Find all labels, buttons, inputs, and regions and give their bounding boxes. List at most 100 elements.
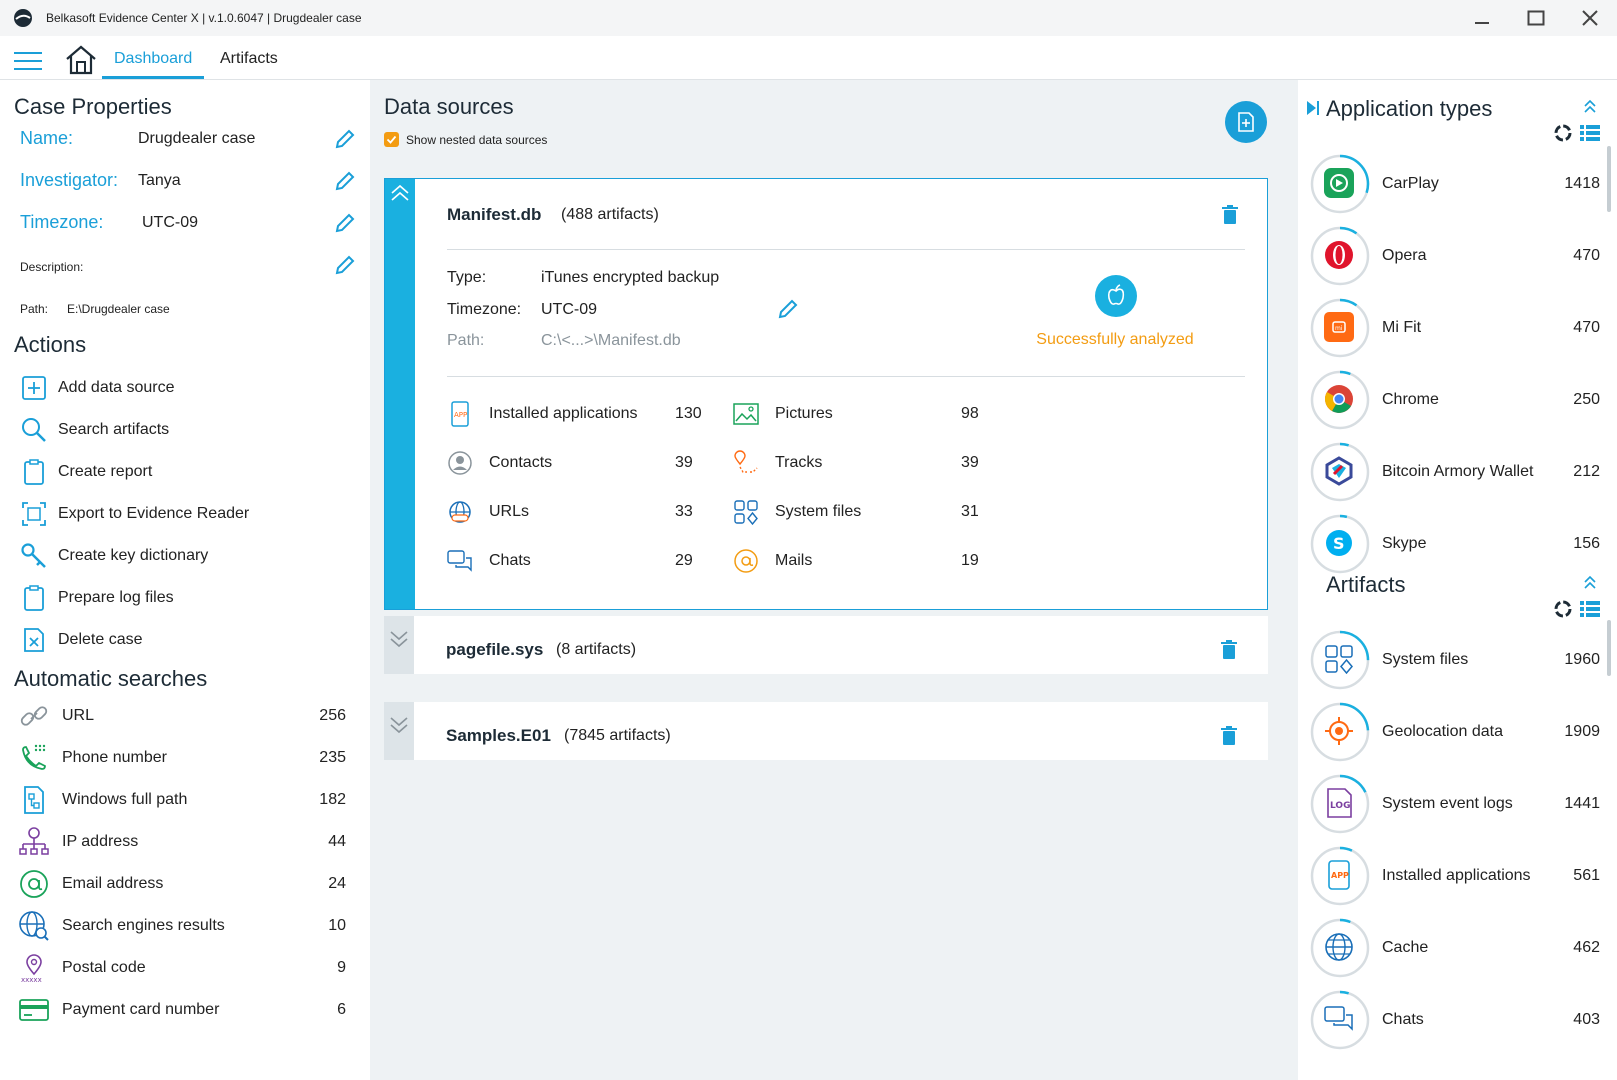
trash-icon[interactable] bbox=[1220, 640, 1238, 660]
chevron-double-up-icon[interactable] bbox=[1582, 98, 1598, 114]
timezone-label: Timezone: bbox=[447, 301, 522, 318]
artifact-mails[interactable]: Mails 19 bbox=[733, 546, 1001, 576]
usage-ring bbox=[1310, 990, 1370, 1050]
list-view-icon[interactable] bbox=[1580, 600, 1600, 618]
center-panel: Data sources Show nested data sources Ma… bbox=[370, 80, 1298, 1080]
artifact-chats[interactable]: Chats 29 bbox=[447, 546, 715, 576]
automatic-searches-heading: Automatic searches bbox=[14, 666, 208, 691]
app-type-opera[interactable]: Opera 470 bbox=[1310, 224, 1600, 288]
collapse-panel-icon[interactable] bbox=[1306, 100, 1320, 116]
artifact-type-chats[interactable]: Chats 403 bbox=[1310, 988, 1600, 1052]
search-windows-path-row[interactable]: Windows full path 182 bbox=[16, 780, 346, 820]
menu-icon[interactable] bbox=[14, 52, 42, 70]
chevron-up-icon bbox=[391, 184, 409, 201]
search-engines-row[interactable]: Search engines results 10 bbox=[16, 906, 346, 946]
show-nested-checkbox[interactable]: Show nested data sources bbox=[384, 132, 547, 147]
search-icon bbox=[18, 414, 50, 446]
usage-ring: APP bbox=[1310, 846, 1370, 906]
geolocation-icon bbox=[1324, 716, 1356, 748]
collapse-strip[interactable] bbox=[385, 179, 415, 609]
artifact-type-installed-applications[interactable]: APP Installed applications 561 bbox=[1310, 844, 1600, 908]
expand-strip[interactable] bbox=[384, 616, 414, 674]
close-button[interactable] bbox=[1563, 0, 1617, 36]
edit-name-icon[interactable] bbox=[334, 128, 356, 150]
chevron-double-up-icon[interactable] bbox=[1582, 574, 1598, 590]
search-artifacts-action[interactable]: Search artifacts bbox=[18, 412, 169, 448]
data-source-name[interactable]: Samples.E01 bbox=[446, 726, 551, 746]
analysis-status: Successfully analyzed bbox=[1036, 331, 1194, 348]
app-type-chrome[interactable]: Chrome 250 bbox=[1310, 368, 1600, 432]
app-type-mi-fit[interactable]: mi Mi Fit 470 bbox=[1310, 296, 1600, 360]
data-source-count: (8 artifacts) bbox=[556, 641, 637, 658]
expand-strip[interactable] bbox=[384, 702, 414, 760]
carplay-icon bbox=[1324, 168, 1356, 200]
create-report-action[interactable]: Create report bbox=[18, 454, 152, 490]
add-data-source-action[interactable]: Add data source bbox=[18, 370, 175, 406]
system-files-icon bbox=[733, 499, 759, 525]
search-postal-row[interactable]: xxxxx Postal code 9 bbox=[16, 948, 346, 988]
chevron-down-icon bbox=[390, 631, 408, 648]
minimize-button[interactable] bbox=[1455, 0, 1509, 36]
search-ip-row[interactable]: IP address 44 bbox=[16, 822, 346, 862]
svg-text:LOG: LOG bbox=[1330, 801, 1350, 811]
edit-timezone-icon[interactable] bbox=[334, 212, 356, 234]
svg-text:xxxxx: xxxxx bbox=[21, 976, 42, 984]
clipboard-icon bbox=[18, 582, 50, 614]
artifact-type-cache[interactable]: Cache 462 bbox=[1310, 916, 1600, 980]
prepare-log-files-action[interactable]: Prepare log files bbox=[18, 580, 174, 616]
path-label: Path: bbox=[447, 332, 485, 349]
trash-icon[interactable] bbox=[1220, 726, 1238, 746]
path-icon bbox=[16, 782, 52, 818]
artifact-pictures[interactable]: Pictures 98 bbox=[733, 399, 1001, 429]
usage-ring bbox=[1310, 630, 1370, 690]
search-phone-row[interactable]: Phone number 235 bbox=[16, 738, 346, 778]
artifact-installed-applications[interactable]: APP Installed applications 130 bbox=[447, 399, 715, 429]
app-types-scrollbar[interactable] bbox=[1607, 146, 1611, 212]
chat-icon bbox=[447, 548, 473, 574]
maximize-button[interactable] bbox=[1509, 0, 1563, 36]
edit-description-icon[interactable] bbox=[334, 254, 356, 276]
export-evidence-reader-action[interactable]: Export to Evidence Reader bbox=[18, 496, 249, 532]
app-type-bitcoin-armory-wallet[interactable]: Bitcoin Armory Wallet 212 bbox=[1310, 440, 1600, 504]
search-url-row[interactable]: URL 256 bbox=[16, 696, 346, 736]
search-payment-card-row[interactable]: Payment card number 6 bbox=[16, 990, 346, 1030]
tab-dashboard[interactable]: Dashboard bbox=[102, 45, 205, 79]
right-panel: Application types CarPlay 1418 Opera 470… bbox=[1298, 80, 1617, 1080]
tab-bar: Dashboard Artifacts bbox=[0, 36, 1617, 80]
card-icon bbox=[16, 992, 52, 1028]
artifact-system-files[interactable]: System files 31 bbox=[733, 497, 1001, 527]
artifact-contacts[interactable]: Contacts 39 bbox=[447, 448, 715, 478]
artifact-tracks[interactable]: Tracks 39 bbox=[733, 448, 1001, 478]
search-email-row[interactable]: Email address 24 bbox=[16, 864, 346, 904]
data-source-count: (488 artifacts) bbox=[561, 206, 659, 223]
mail-icon bbox=[733, 548, 759, 574]
artifact-type-system-files[interactable]: System files 1960 bbox=[1310, 628, 1600, 692]
chat-icon bbox=[1324, 1004, 1356, 1036]
tab-artifacts[interactable]: Artifacts bbox=[220, 45, 278, 79]
artifacts-scrollbar[interactable] bbox=[1607, 620, 1611, 676]
add-data-source-button[interactable] bbox=[1225, 101, 1267, 143]
artifact-urls[interactable]: URLs 33 bbox=[447, 497, 715, 527]
edit-timezone-icon[interactable] bbox=[777, 298, 799, 320]
timezone-value: UTC-09 bbox=[541, 301, 598, 318]
list-view-icon[interactable] bbox=[1580, 124, 1600, 142]
svg-text:APP: APP bbox=[1331, 871, 1349, 880]
artifact-type-system-event-logs[interactable]: LOG System event logs 1441 bbox=[1310, 772, 1600, 836]
app-type-carplay[interactable]: CarPlay 1418 bbox=[1310, 152, 1600, 216]
data-source-name[interactable]: pagefile.sys bbox=[446, 640, 543, 660]
pie-chart-icon[interactable] bbox=[1554, 124, 1572, 142]
usage-ring bbox=[1310, 154, 1370, 214]
data-source-name[interactable]: Manifest.db bbox=[447, 205, 541, 225]
track-icon bbox=[733, 450, 759, 476]
pie-chart-icon[interactable] bbox=[1554, 600, 1572, 618]
description-label: Description: bbox=[20, 260, 84, 274]
trash-icon[interactable] bbox=[1221, 205, 1239, 225]
home-icon[interactable] bbox=[64, 44, 98, 76]
create-key-dictionary-action[interactable]: Create key dictionary bbox=[18, 538, 208, 574]
artifact-type-geolocation[interactable]: Geolocation data 1909 bbox=[1310, 700, 1600, 764]
add-file-icon bbox=[1238, 112, 1254, 132]
delete-case-action[interactable]: Delete case bbox=[18, 622, 143, 658]
bitcoin-armory-icon bbox=[1324, 456, 1356, 488]
edit-investigator-icon[interactable] bbox=[334, 170, 356, 192]
app-type-skype[interactable]: S Skype 156 bbox=[1310, 512, 1600, 576]
